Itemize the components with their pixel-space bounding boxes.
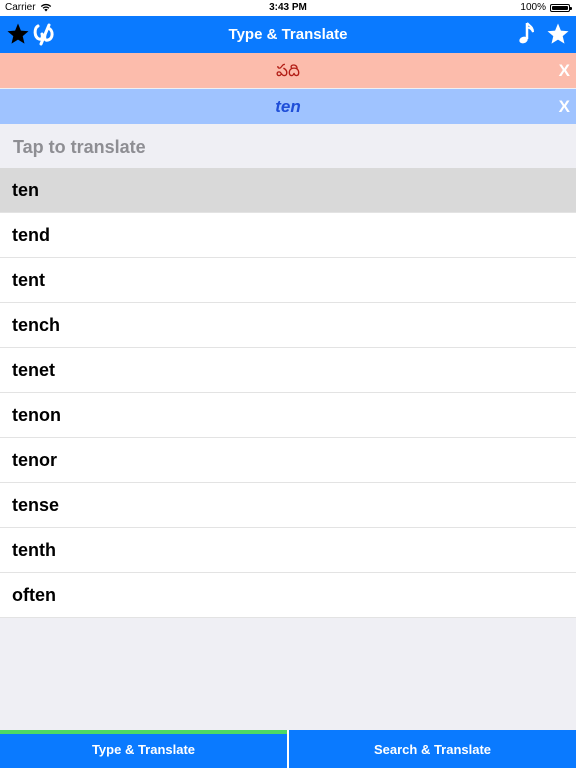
navigation-bar: Type & Translate [0, 16, 576, 53]
translation-result-bar[interactable]: పది X [0, 53, 576, 88]
suggestion-item[interactable]: tend [0, 213, 576, 258]
tab-type-translate[interactable]: Type & Translate [0, 730, 287, 768]
suggestion-label: ten [12, 179, 39, 200]
suggestion-item[interactable]: often [0, 573, 576, 618]
clear-source-button[interactable]: X [559, 89, 570, 124]
tab-bar: Type & Translate Search & Translate [0, 730, 576, 768]
clock: 3:43 PM [269, 2, 307, 13]
battery-icon [550, 3, 572, 12]
page-title: Type & Translate [228, 26, 348, 43]
suggestion-item[interactable]: ten [0, 168, 576, 213]
suggestion-item[interactable]: tenet [0, 348, 576, 393]
translation-result-text: పది [275, 61, 301, 80]
source-word-text: ten [275, 97, 301, 116]
suggestion-label: often [12, 584, 56, 605]
suggestion-label: tent [12, 269, 45, 290]
battery-percent: 100% [520, 2, 546, 13]
tab-search-translate[interactable]: Search & Translate [289, 730, 576, 768]
suggestion-item[interactable]: tenor [0, 438, 576, 483]
suggestion-item[interactable]: tense [0, 483, 576, 528]
suggestion-list: ten tend tent tench tenet tenon tenor te… [0, 168, 576, 618]
suggestion-label: tense [12, 494, 60, 515]
suggestion-label: tench [12, 314, 61, 335]
suggestion-label: tenth [12, 539, 56, 560]
suggestion-item[interactable]: tent [0, 258, 576, 303]
clear-translation-button[interactable]: X [559, 53, 570, 88]
suggestion-label: tenor [12, 449, 57, 470]
search-field-container [0, 124, 576, 170]
favorites-star-icon[interactable] [545, 21, 571, 47]
suggestion-label: tend [12, 224, 50, 245]
status-bar: Carrier 3:43 PM 100% [0, 0, 576, 16]
translate-input[interactable] [11, 124, 555, 170]
battery-group: 100% [520, 2, 572, 13]
suggestion-label: tenet [12, 359, 56, 380]
suggestion-item[interactable]: tenth [0, 528, 576, 573]
source-word-bar[interactable]: ten X [0, 89, 576, 124]
suggestion-item[interactable]: tench [0, 303, 576, 348]
suggestion-item[interactable]: tenon [0, 393, 576, 438]
music-note-icon[interactable] [514, 21, 540, 47]
suggestion-label: tenon [12, 404, 61, 425]
